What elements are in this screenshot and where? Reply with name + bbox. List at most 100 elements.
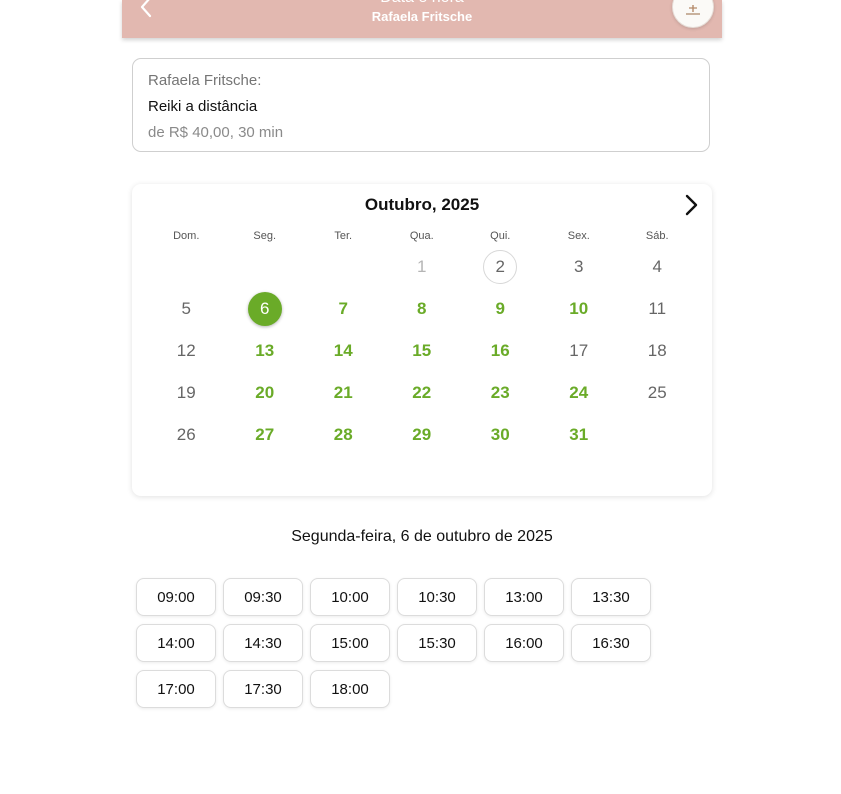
calendar-day[interactable]: 29 xyxy=(383,414,462,456)
calendar-day-label: 19 xyxy=(176,383,196,402)
calendar-day: 1 xyxy=(383,246,462,288)
time-slot-button[interactable]: 15:30 xyxy=(397,624,477,662)
calendar-day[interactable]: 27 xyxy=(226,414,305,456)
calendar-day[interactable]: 8 xyxy=(383,288,462,330)
time-slot-button[interactable]: 10:30 xyxy=(397,578,477,616)
time-slot-button[interactable]: 16:00 xyxy=(484,624,564,662)
calendar-day-label: 22 xyxy=(412,383,432,402)
service-price: de R$ 40,00, 30 min xyxy=(148,124,284,141)
page-subtitle: Rafaela Fritsche xyxy=(371,9,473,24)
weekday-label: Seg. xyxy=(253,230,277,242)
calendar-day: 5 xyxy=(147,288,226,330)
calendar-day[interactable]: 10 xyxy=(540,288,619,330)
time-slot-button[interactable]: 09:30 xyxy=(223,578,303,616)
calendar-day-label xyxy=(248,250,282,284)
calendar-day-label: 24 xyxy=(569,383,589,402)
calendar-day-label: 10 xyxy=(569,299,589,318)
calendar-empty-cell xyxy=(226,246,305,288)
calendar-day[interactable]: 16 xyxy=(461,330,540,372)
calendar-day-label: 2 xyxy=(483,250,518,284)
calendar-day: 12 xyxy=(147,330,226,372)
service-card: Rafaela Fritsche: Reiki a distância de R… xyxy=(132,58,710,152)
calendar-day-label: 25 xyxy=(647,383,667,402)
calendar-month-label: Outubro, 2025 xyxy=(364,195,480,214)
calendar-day-label: 20 xyxy=(255,383,275,402)
calendar-day[interactable]: 24 xyxy=(540,372,619,414)
time-slot-button[interactable]: 17:00 xyxy=(136,670,216,708)
time-slots: 09:00 09:30 10:00 10:30 13:00 13:30 14:00 14:30… xyxy=(136,578,656,708)
weekday-label: Qui. xyxy=(490,230,511,242)
calendar-day-label xyxy=(169,250,203,284)
calendar-day[interactable]: 28 xyxy=(304,414,383,456)
calendar-day-label: 26 xyxy=(176,425,196,444)
chevron-right-icon[interactable] xyxy=(682,193,700,217)
calendar-day-label: 6 xyxy=(247,292,282,326)
calendar: Outubro, 2025 Dom. Seg. Ter. Qua. Qui. S… xyxy=(132,184,712,496)
weekday-label: Sáb. xyxy=(645,230,669,242)
calendar-day[interactable]: 15 xyxy=(383,330,462,372)
time-slot-button[interactable]: 09:00 xyxy=(136,578,216,616)
weekday-label: Qua. xyxy=(409,230,434,242)
calendar-day-label: 28 xyxy=(333,425,353,444)
calendar-day[interactable]: 13 xyxy=(226,330,305,372)
calendar-day-label: 30 xyxy=(490,425,510,444)
calendar-day-label: 23 xyxy=(490,383,510,402)
calendar-day-label: 5 xyxy=(181,299,191,318)
calendar-day[interactable]: 20 xyxy=(226,372,305,414)
calendar-day-label: 8 xyxy=(417,299,427,318)
service-name: Reiki a distância xyxy=(148,98,258,115)
calendar-day-label: 4 xyxy=(652,257,662,276)
calendar-day: 17 xyxy=(540,330,619,372)
calendar-day-label: 17 xyxy=(569,341,589,360)
calendar-day: 2 xyxy=(461,246,540,288)
calendar-day-label: 1 xyxy=(417,257,427,276)
calendar-days-grid: 1 2 3 4 5 6 7 8 9 10 11 12 13 14 15 16 17 18 19 20 21 22 23 24 2… xyxy=(147,246,697,456)
time-slot-button[interactable]: 13:00 xyxy=(484,578,564,616)
calendar-day: 11 xyxy=(618,288,697,330)
calendar-day: 18 xyxy=(618,330,697,372)
weekday-label: Sex. xyxy=(567,230,590,242)
calendar-empty-cell xyxy=(304,246,383,288)
service-provider: Rafaela Fritsche: xyxy=(148,72,262,89)
calendar-day: 4 xyxy=(618,246,697,288)
calendar-day-label: 11 xyxy=(648,299,667,318)
calendar-day[interactable]: 31 xyxy=(540,414,619,456)
calendar-day[interactable]: 23 xyxy=(461,372,540,414)
calendar-day-label: 29 xyxy=(412,425,432,444)
calendar-day[interactable]: 9 xyxy=(461,288,540,330)
calendar-day: 26 xyxy=(147,414,226,456)
calendar-day-label: 13 xyxy=(255,341,275,360)
time-slot-button[interactable]: 15:00 xyxy=(310,624,390,662)
weekday-header: Dom. Seg. Ter. Qua. Qui. Sex. Sáb. xyxy=(147,230,697,246)
weekday-label: Ter. xyxy=(334,230,353,242)
calendar-day[interactable]: 6 xyxy=(226,288,305,330)
calendar-day-label xyxy=(326,250,360,284)
page-title: Data e hora xyxy=(122,0,722,8)
profile-logo xyxy=(686,5,700,15)
calendar-day-label: 21 xyxy=(333,383,353,402)
calendar-day[interactable]: 22 xyxy=(383,372,462,414)
calendar-day-label: 3 xyxy=(574,257,584,276)
time-slot-button[interactable]: 10:00 xyxy=(310,578,390,616)
calendar-day[interactable]: 21 xyxy=(304,372,383,414)
time-slot-button[interactable]: 13:30 xyxy=(571,578,651,616)
calendar-day-label: 15 xyxy=(412,341,432,360)
calendar-day[interactable]: 14 xyxy=(304,330,383,372)
calendar-day[interactable]: 7 xyxy=(304,288,383,330)
weekday-label: Dom. xyxy=(173,230,200,242)
time-slot-button[interactable]: 17:30 xyxy=(223,670,303,708)
time-slot-button[interactable]: 16:30 xyxy=(571,624,651,662)
calendar-day-label: 27 xyxy=(255,425,275,444)
time-slot-button[interactable]: 18:00 xyxy=(310,670,390,708)
calendar-day: 19 xyxy=(147,372,226,414)
calendar-day[interactable]: 30 xyxy=(461,414,540,456)
calendar-day: 3 xyxy=(540,246,619,288)
calendar-day-label: 14 xyxy=(333,341,353,360)
time-slot-button[interactable]: 14:00 xyxy=(136,624,216,662)
app-header: Data e hora Rafaela Fritsche xyxy=(122,0,722,38)
calendar-day: 25 xyxy=(618,372,697,414)
calendar-day-label: 7 xyxy=(338,299,348,318)
selected-date-label: Segunda-feira, 6 de outubro de 2025 xyxy=(291,528,553,545)
time-slot-button[interactable]: 14:30 xyxy=(223,624,303,662)
calendar-day-label: 18 xyxy=(647,341,667,360)
